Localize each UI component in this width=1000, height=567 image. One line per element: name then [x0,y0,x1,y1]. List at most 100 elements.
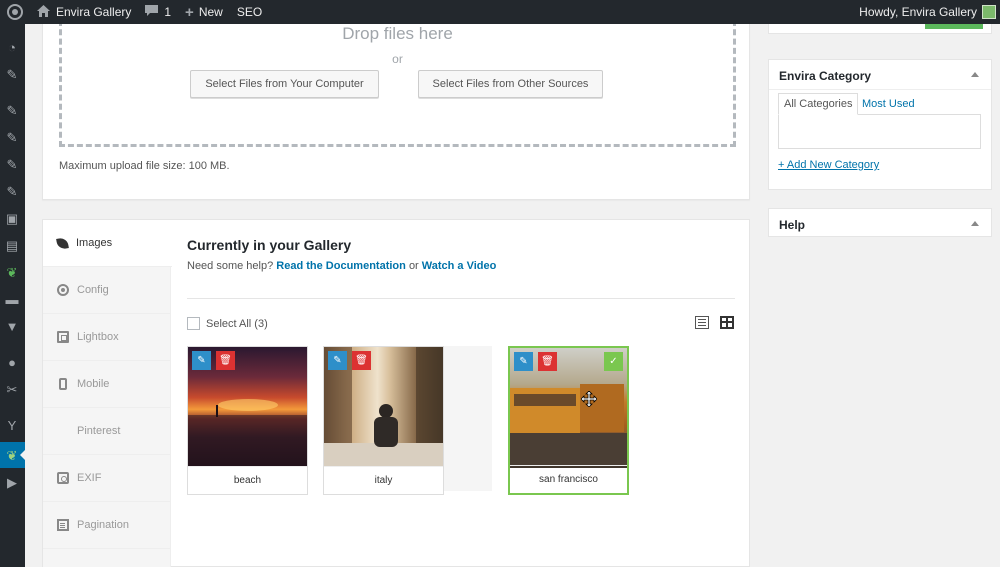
drag-placeholder [444,346,492,491]
category-box-title: Envira Category [779,69,872,83]
tab-config[interactable]: Config [43,267,171,314]
image-label: beach [188,466,307,494]
site-name-link[interactable]: Envira Gallery [30,0,138,24]
yoast-icon[interactable]: Y [4,417,20,433]
tab-images[interactable]: Images [43,220,172,267]
tab-label: EXIF [77,472,102,484]
pin-icon[interactable]: ✎ [4,102,20,118]
mobile-icon [59,378,67,390]
list-view-icon[interactable] [695,316,709,329]
gallery-tabs: Images Config Lightbox Mobile Pinterest … [43,220,172,567]
pages-icon[interactable]: ▤ [4,237,20,253]
help-box-title: Help [779,218,806,232]
tab-pinterest[interactable]: Pinterest [43,408,171,455]
leaf-icon [56,236,69,250]
category-list [778,114,981,149]
documentation-link[interactable]: Read the Documentation [276,260,406,272]
image-label: italy [324,466,443,494]
tools-icon[interactable]: ✂ [4,381,20,397]
media-icon[interactable]: ▣ [4,210,20,226]
drop-zone[interactable]: Drop files here or Select Files from You… [59,20,736,147]
publish-button[interactable] [925,24,983,29]
help-box: Help [768,208,992,237]
select-all-label: Select All (3) [206,317,268,330]
admin-bar: Envira Gallery 1 + New SEO Howdy, Envira… [0,0,1000,24]
gallery-panel: Images Config Lightbox Mobile Pinterest … [42,219,750,567]
edit-pencil-icon[interactable]: ✎ [192,351,211,370]
comments-icon[interactable]: ▬ [4,291,20,307]
help-prefix: Need some help? [187,260,274,272]
tab-lightbox[interactable]: Lightbox [43,314,171,361]
tab-most-used[interactable]: Most Used [857,93,920,115]
new-content-link[interactable]: + New [178,0,230,24]
max-upload-size: Maximum upload file size: 100 MB. [59,160,230,172]
tab-all-categories[interactable]: All Categories [778,93,859,115]
or-text: or [392,52,403,66]
delete-trash-icon[interactable]: 🗑 [538,352,557,371]
comments-count: 1 [164,5,172,19]
upload-panel: Drop files here or Select Files from You… [42,20,750,200]
watch-video-link[interactable]: Watch a Video [422,260,497,272]
help-or: or [408,260,419,272]
tab-label: Config [77,284,109,296]
pin-icon[interactable]: ✎ [4,129,20,145]
pin-icon[interactable]: ✎ [4,183,20,199]
select-all-checkbox[interactable] [187,317,200,330]
seo-label: SEO [236,5,263,19]
my-account-link[interactable]: Howdy, Envira Gallery [859,5,1000,19]
site-name: Envira Gallery [56,5,132,19]
howdy-greeting: Howdy, Envira Gallery [859,5,977,19]
play-icon[interactable]: ▶ [4,474,20,490]
collapse-arrow-icon[interactable] [971,72,979,77]
drop-files-text: Drop files here [342,24,453,43]
pin-icon[interactable]: ✎ [4,156,20,172]
pagination-icon [57,519,69,531]
grid-view-icon[interactable] [720,316,734,329]
select-files-computer-button[interactable]: Select Files from Your Computer [190,70,379,98]
tab-label: Lightbox [77,331,119,343]
gear-icon [57,284,69,296]
envira-leaf-icon[interactable]: ❦ [4,264,20,280]
select-files-other-button[interactable]: Select Files from Other Sources [418,70,603,98]
gallery-content: Currently in your Gallery Need some help… [171,220,749,566]
tab-label: Images [76,237,113,249]
image-label: san francisco [510,465,627,493]
collapse-arrow-icon[interactable] [971,221,979,226]
delete-trash-icon[interactable]: 🗑 [216,351,235,370]
envira-active-icon[interactable]: ❦ [4,447,20,463]
tab-exif[interactable]: EXIF [43,455,171,502]
gallery-image-item-selected[interactable]: ✎ 🗑 ✓ san francisco [508,346,629,495]
camera-icon [57,472,69,484]
admin-menu: ◔ ✎ ✎ ✎ ✎ ✎ ▣ ▤ ❦ ▬ ▼ ● ✂ Y ❦ ▶ [0,24,25,567]
divider [187,298,735,299]
tab-label: Mobile [77,378,110,390]
add-new-category-link[interactable]: + Add New Category [778,159,879,171]
gallery-title: Currently in your Gallery [187,237,352,253]
select-all[interactable]: Select All (3) [187,317,268,330]
move-cursor-icon [581,391,597,407]
tab-pagination[interactable]: Pagination [43,502,171,549]
tab-mobile[interactable]: Mobile [43,361,171,408]
plus-icon: + [185,3,194,21]
gallery-image-item[interactable]: ✎ 🗑 beach [187,346,308,495]
divider [769,89,991,90]
gallery-image-item[interactable]: ✎ 🗑 italy [323,346,444,495]
checkmark-icon[interactable]: ✓ [604,352,623,371]
comment-icon [145,4,159,20]
wordpress-icon [7,4,23,20]
new-label: New [198,5,223,19]
comments-link[interactable]: 1 [138,0,178,24]
pin-icon[interactable]: ✎ [4,66,20,82]
edit-pencil-icon[interactable]: ✎ [514,352,533,371]
wordpress-logo-button[interactable] [0,0,30,24]
help-text: Need some help? Read the Documentation o… [187,260,496,272]
lightbox-icon [57,331,69,343]
avatar [982,5,996,19]
pinterest-icon [57,425,69,437]
seo-link[interactable]: SEO [230,0,269,24]
dashboard-icon[interactable]: ◔ [4,39,20,55]
edit-pencil-icon[interactable]: ✎ [328,351,347,370]
users-icon[interactable]: ● [4,354,20,370]
feedback-icon[interactable]: ▼ [4,318,20,334]
delete-trash-icon[interactable]: 🗑 [352,351,371,370]
